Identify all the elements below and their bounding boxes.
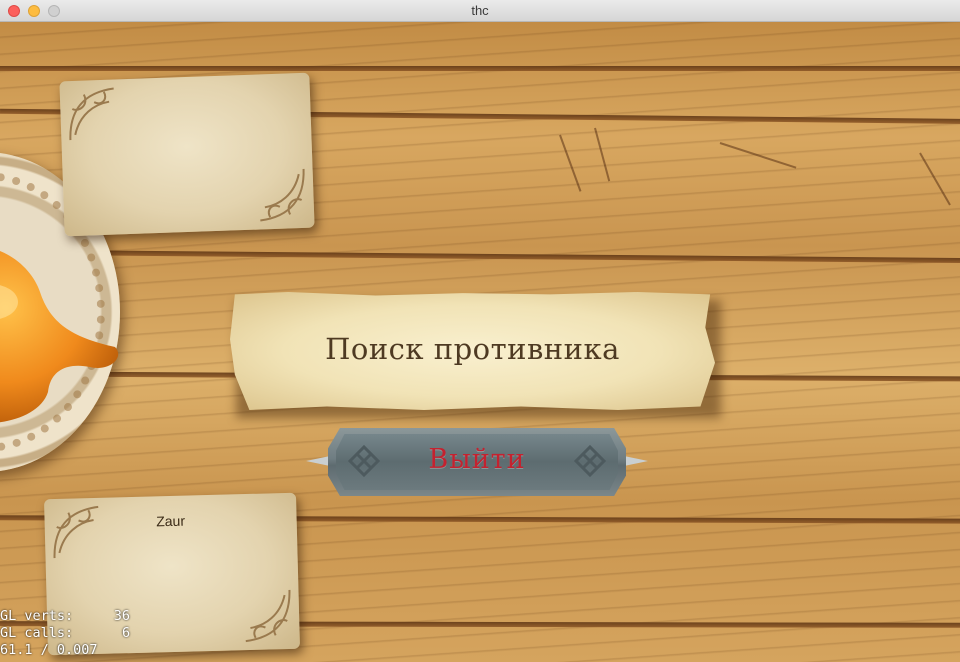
window-title: thc xyxy=(471,3,489,18)
debug-verts-value: 36 xyxy=(113,608,131,624)
wood-scratch xyxy=(919,152,951,206)
creature-blob-icon xyxy=(0,251,119,423)
debug-verts-row: GL verts: 36 xyxy=(0,608,150,625)
opponent-card xyxy=(59,72,315,237)
game-table: Zaur Поиск противника Выйти GL verts: 36… xyxy=(0,22,960,662)
debug-stats: GL verts: 36 GL calls: 6 61.1 / 0.007 xyxy=(0,608,150,662)
plank-seam xyxy=(0,249,960,264)
exit-button-label: Выйти xyxy=(428,444,526,475)
wood-scratch xyxy=(719,142,797,169)
debug-calls-value: 6 xyxy=(121,625,131,641)
card-ornament-icon xyxy=(245,589,291,643)
card-ornament-icon xyxy=(53,505,99,559)
plank-seam xyxy=(0,66,960,71)
banner-title: Поиск противника xyxy=(325,332,620,366)
debug-calls-row: GL calls: 6 xyxy=(0,625,150,642)
debug-calls-label: GL calls: xyxy=(0,625,74,641)
exit-button[interactable]: Выйти xyxy=(306,428,648,496)
searching-banner: Поиск противника xyxy=(230,292,715,410)
game-window: thc Zaur Поиск противника Выйти GL verts… xyxy=(0,0,960,662)
title-bar: thc xyxy=(0,0,960,22)
card-ornament-icon xyxy=(69,87,114,141)
debug-fps: 61.1 / 0.007 xyxy=(0,642,98,658)
wood-scratch xyxy=(594,127,611,182)
wood-scratch xyxy=(559,134,582,192)
card-ornament-icon xyxy=(260,168,305,222)
debug-verts-label: GL verts: xyxy=(0,608,74,624)
